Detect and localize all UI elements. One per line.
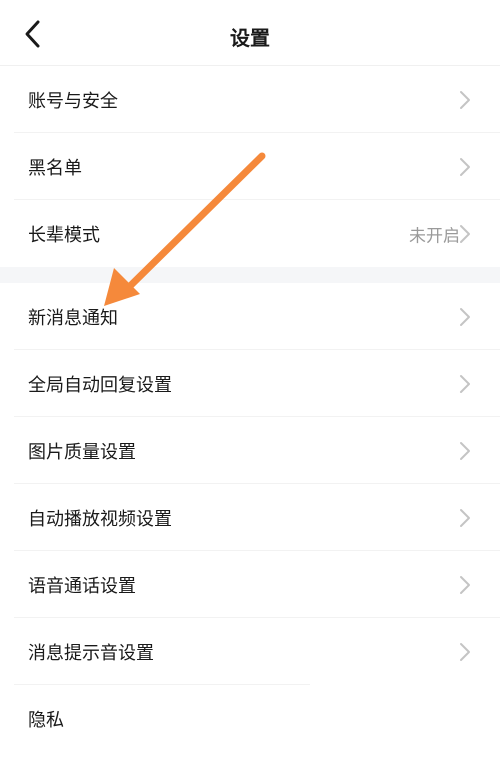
settings-item-label: 黑名单 (28, 157, 82, 179)
settings-item-label: 账号与安全 (28, 90, 118, 112)
chevron-right-icon (458, 440, 472, 462)
settings-item-label: 新消息通知 (28, 307, 118, 329)
chevron-right-icon (458, 89, 472, 111)
settings-page: 设置 账号与安全 黑名单 长辈模式 未开启 新消息通知 全局自动回复设置 图片质… (0, 0, 500, 767)
settings-item-privacy[interactable]: 隐私 (0, 685, 500, 752)
settings-item-label: 全局自动回复设置 (28, 374, 172, 396)
chevron-right-icon (458, 223, 472, 245)
chevron-right-icon (458, 641, 472, 663)
settings-item-auto-reply[interactable]: 全局自动回复设置 (0, 350, 500, 417)
settings-item-voice-call[interactable]: 语音通话设置 (0, 551, 500, 618)
settings-item-label: 自动播放视频设置 (28, 508, 172, 530)
settings-item-label: 语音通话设置 (28, 575, 136, 597)
settings-item-account-security[interactable]: 账号与安全 (0, 66, 500, 133)
settings-item-new-message-notification[interactable]: 新消息通知 (0, 283, 500, 350)
settings-item-autoplay-video[interactable]: 自动播放视频设置 (0, 484, 500, 551)
settings-item-label: 消息提示音设置 (28, 642, 154, 664)
settings-item-message-sound[interactable]: 消息提示音设置 (0, 618, 500, 685)
settings-item-image-quality[interactable]: 图片质量设置 (0, 417, 500, 484)
chevron-right-icon (458, 156, 472, 178)
settings-item-status: 未开启 (409, 226, 460, 246)
section-gap (0, 267, 500, 283)
settings-item-label: 隐私 (28, 709, 64, 731)
settings-item-elder-mode[interactable]: 长辈模式 未开启 (0, 200, 500, 267)
settings-item-label: 长辈模式 (28, 224, 100, 246)
chevron-right-icon (458, 373, 472, 395)
chevron-right-icon (458, 306, 472, 328)
settings-item-blacklist[interactable]: 黑名单 (0, 133, 500, 200)
nav-bar: 设置 (0, 0, 500, 66)
chevron-right-icon (458, 574, 472, 596)
chevron-right-icon (458, 507, 472, 529)
page-title: 设置 (230, 26, 270, 50)
settings-item-label: 图片质量设置 (28, 441, 136, 463)
